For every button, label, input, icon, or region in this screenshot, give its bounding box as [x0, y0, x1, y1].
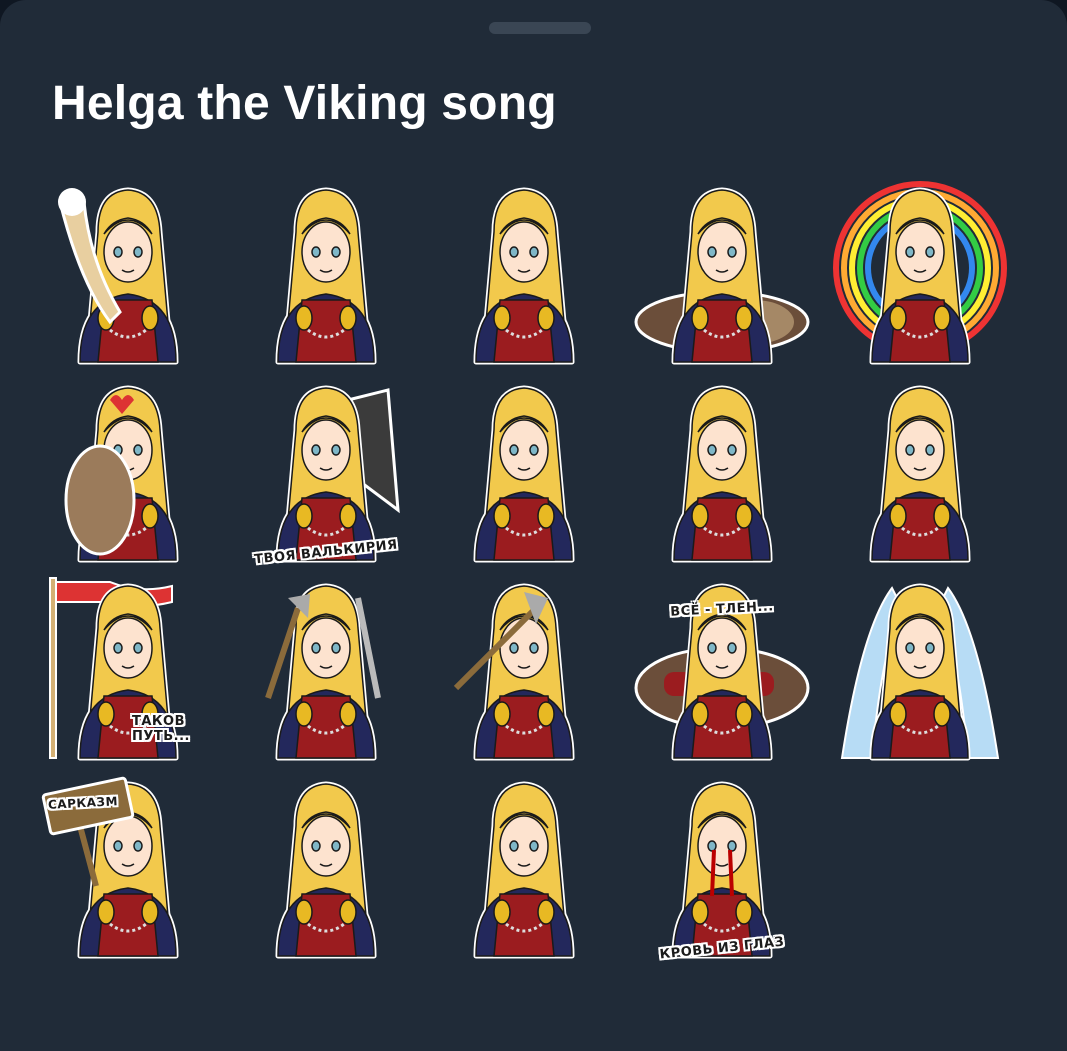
sticker-art-hands-on-hips	[473, 781, 575, 959]
drag-handle[interactable]	[489, 22, 591, 34]
sticker-tears[interactable]	[238, 766, 414, 964]
sticker-art-horn-of-mead	[58, 187, 179, 365]
sticker-wink-braid[interactable]	[238, 172, 414, 370]
sticker-lying-down[interactable]: ВСЁ - ТЛЕН...	[634, 568, 810, 766]
sticker-art-shy-fingers	[671, 385, 773, 563]
sticker-art-tears	[275, 781, 377, 959]
sticker-smug-look[interactable]	[832, 370, 1008, 568]
sticker-hands-on-hips[interactable]	[436, 766, 612, 964]
sticker-art-rainbow-blush	[833, 181, 1007, 365]
sticker-axe-and-sword[interactable]	[238, 568, 414, 766]
sticker-shy-fingers[interactable]	[634, 370, 810, 568]
sticker-hug-cat[interactable]	[40, 370, 216, 568]
sticker-caption: ТАКОВ ПУТЬ...	[132, 714, 190, 744]
sticker-joy-arms-up[interactable]	[436, 172, 612, 370]
sticker-art-crying-waterfall	[840, 583, 1000, 761]
sticker-art-confused	[473, 385, 575, 563]
sticker-valkyrie[interactable]: ТВОЯ ВАЛЬКИРИЯ	[238, 370, 414, 568]
sticker-angry-axe[interactable]	[436, 568, 612, 766]
sticker-tea-with-cat[interactable]	[634, 172, 810, 370]
sticker-horn-of-mead[interactable]	[40, 172, 216, 370]
sticker-blood-tears[interactable]: КРОВЬ ИЗ ГЛАЗ	[634, 766, 810, 964]
pack-title: Helga the Viking song	[52, 77, 557, 130]
sticker-banner[interactable]: ТАКОВ ПУТЬ...	[40, 568, 216, 766]
sticker-art-sarcasm-sign	[41, 776, 179, 959]
sticker-art-joy-arms-up	[473, 187, 575, 365]
sticker-sarcasm-sign[interactable]: САРКАЗМ	[40, 766, 216, 964]
sticker-pack-sheet: Helga the Viking song ТВОЯ ВАЛЬКИРИЯ ТАК…	[0, 0, 1067, 1051]
sticker-art-lying-down	[634, 583, 810, 761]
sticker-rainbow-blush[interactable]	[832, 172, 1008, 370]
sticker-crying-waterfall[interactable]	[832, 568, 1008, 766]
sticker-grid: ТВОЯ ВАЛЬКИРИЯ ТАКОВ ПУТЬ... ВСЁ - ТЛЕН.…	[40, 172, 1008, 964]
sticker-art-tea-with-cat	[634, 187, 810, 365]
sticker-art-hug-cat	[64, 385, 179, 563]
sticker-art-wink-braid	[275, 187, 377, 365]
sticker-confused[interactable]	[436, 370, 612, 568]
sticker-art-smug-look	[869, 385, 971, 563]
sticker-art-axe-and-sword	[265, 583, 381, 761]
sticker-art-angry-axe	[453, 583, 575, 761]
